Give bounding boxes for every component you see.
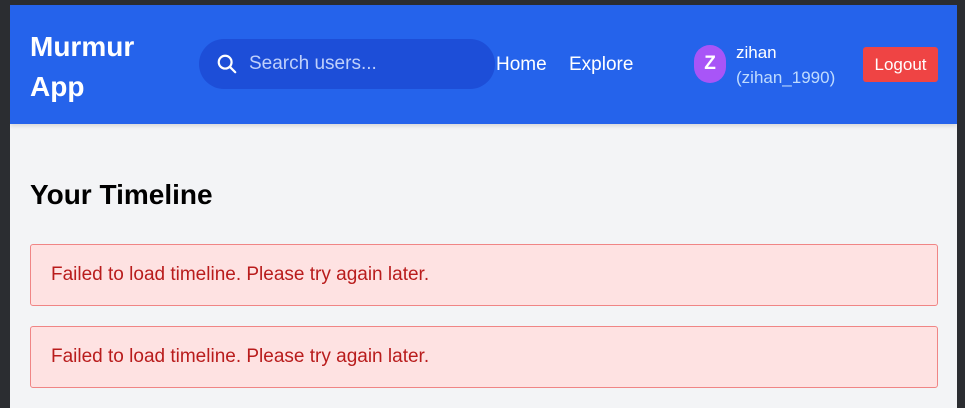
window-right-edge (957, 0, 965, 408)
error-alert: Failed to load timeline. Please try agai… (30, 244, 938, 306)
logout-button[interactable]: Logout (863, 47, 938, 82)
app-window: Murmur App Home Explore Z zihan (zihan_1… (10, 5, 957, 408)
error-alert: Failed to load timeline. Please try agai… (30, 326, 938, 388)
user-name: zihan (736, 43, 777, 62)
error-alert-message: Failed to load timeline. Please try agai… (51, 346, 430, 367)
search-box[interactable] (199, 39, 495, 89)
navbar: Murmur App Home Explore Z zihan (zihan_1… (10, 5, 957, 124)
nav-explore-link[interactable]: Explore (569, 53, 633, 77)
window-left-edge (0, 0, 10, 408)
nav-home-link[interactable]: Home (496, 53, 547, 77)
search-icon (215, 52, 239, 76)
search-input[interactable] (249, 53, 479, 75)
page-title: Your Timeline (30, 179, 213, 210)
error-alert-message: Failed to load timeline. Please try agai… (51, 264, 430, 285)
brand-logo-text[interactable]: Murmur App (30, 27, 170, 107)
avatar[interactable]: Z (694, 45, 726, 83)
user-handle: (zihan_1990) (736, 68, 836, 87)
